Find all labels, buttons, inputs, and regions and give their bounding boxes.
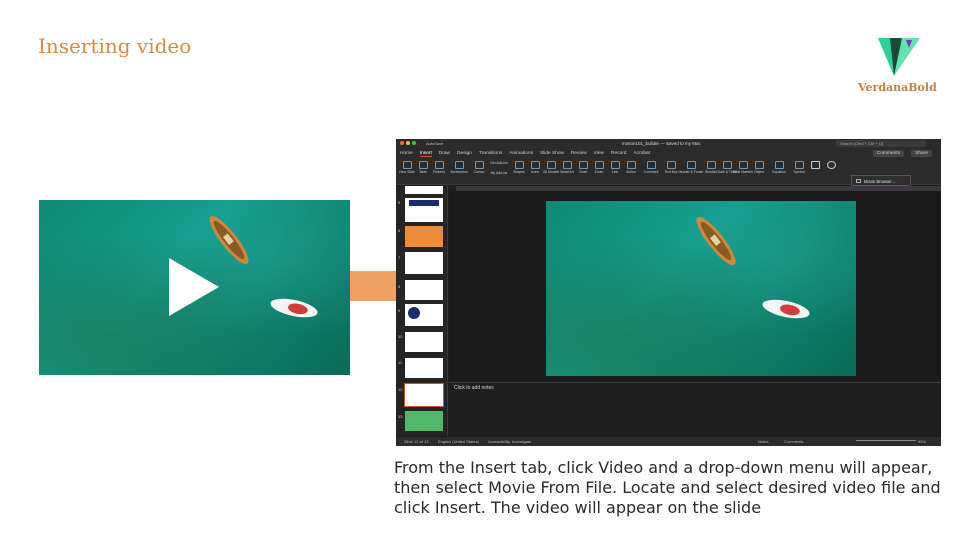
status-bar: Slide 12 of 13 English (United States) A… bbox=[396, 437, 941, 446]
play-icon[interactable] bbox=[169, 258, 219, 316]
share-button[interactable]: Share bbox=[911, 150, 932, 157]
cameo-button[interactable]: Cameo bbox=[472, 161, 486, 174]
company-logo: VerdanaBold bbox=[858, 36, 942, 98]
document-title: motion101_builder — Saved to my Mac bbox=[622, 141, 701, 146]
notes-placeholder: Click to add notes bbox=[454, 385, 494, 391]
equation-button[interactable]: Equation bbox=[768, 161, 790, 174]
header-footer-button[interactable]: Header & Footer bbox=[678, 161, 704, 174]
slide-number: 9 bbox=[398, 308, 401, 313]
tab-home[interactable]: Home bbox=[400, 151, 413, 156]
powerpoint-window: AutoSave motion101_builder — Saved to my… bbox=[396, 139, 941, 446]
comment-button[interactable]: Comment bbox=[640, 161, 662, 174]
text-box-button[interactable]: Text Box bbox=[664, 161, 678, 174]
title-bar: AutoSave motion101_builder — Saved to my… bbox=[396, 139, 941, 148]
table-button[interactable]: Table bbox=[416, 161, 430, 174]
notes-toggle[interactable]: Notes bbox=[758, 439, 768, 444]
slide-thumbnail[interactable] bbox=[405, 198, 443, 222]
menu-item-movie-browser[interactable]: Movie Browser... bbox=[853, 177, 909, 185]
new-slide-button[interactable]: New Slide bbox=[399, 161, 415, 174]
object-button[interactable]: Object bbox=[752, 161, 766, 174]
pictures-button[interactable]: Pictures bbox=[432, 161, 446, 174]
slide-number: 5 bbox=[398, 200, 401, 205]
tab-view[interactable]: View bbox=[594, 151, 604, 156]
instruction-caption: From the Insert tab, click Video and a d… bbox=[394, 458, 941, 517]
slide-number: 11 bbox=[398, 360, 403, 365]
page-title: Inserting video bbox=[38, 34, 192, 58]
slide-thumbnails: 5 6 7 8 9 10 11 12 13 bbox=[396, 186, 448, 436]
language-label[interactable]: English (United States) bbox=[438, 439, 479, 444]
slide-thumbnail[interactable] bbox=[405, 358, 443, 378]
slide-number: 7 bbox=[398, 255, 401, 260]
slide-thumbnail-selected[interactable] bbox=[404, 383, 444, 407]
3d-models-button[interactable]: 3D Models bbox=[543, 161, 559, 174]
tab-slide-show[interactable]: Slide Show bbox=[540, 151, 564, 156]
tab-acrobat[interactable]: Acrobat bbox=[633, 151, 650, 156]
slide-number: 6 bbox=[398, 228, 401, 233]
slide-number: 13 bbox=[398, 414, 403, 419]
video-preview[interactable] bbox=[39, 200, 350, 375]
screenshot-button[interactable]: Screenshot bbox=[448, 161, 470, 174]
symbol-button[interactable]: Symbol bbox=[792, 161, 806, 174]
video-button[interactable] bbox=[808, 161, 822, 170]
ribbon-tabs: Home Insert Draw Design Transitions Anim… bbox=[396, 148, 941, 159]
window-controls[interactable] bbox=[400, 140, 418, 147]
tab-transitions[interactable]: Transitions bbox=[479, 151, 502, 156]
slide-thumbnail[interactable] bbox=[405, 280, 443, 300]
comments-button[interactable]: Comments bbox=[872, 150, 904, 157]
autosave-label[interactable]: AutoSave bbox=[426, 141, 443, 146]
zoom-button[interactable]: Zoom bbox=[592, 161, 606, 174]
slide-thumbnail[interactable] bbox=[405, 252, 443, 274]
slide-thumbnail[interactable] bbox=[405, 332, 443, 352]
slide-number: 12 bbox=[398, 387, 403, 392]
notes-pane[interactable]: Click to add notes bbox=[449, 382, 941, 437]
audio-button[interactable] bbox=[824, 161, 838, 170]
logo-mark-icon bbox=[878, 38, 920, 76]
chart-button[interactable]: Chart bbox=[576, 161, 590, 174]
slide-number: 8 bbox=[398, 284, 401, 289]
shapes-button[interactable]: Shapes bbox=[512, 161, 526, 174]
slide-number: 10 bbox=[398, 334, 403, 339]
wordart-button[interactable]: WordArt bbox=[704, 161, 718, 174]
zoom-slider[interactable] bbox=[856, 440, 916, 441]
smartart-button[interactable]: SmartArt bbox=[560, 161, 574, 174]
tab-animations[interactable]: Animations bbox=[509, 151, 533, 156]
slide-thumbnail[interactable] bbox=[405, 226, 443, 247]
zoom-level[interactable]: 95% bbox=[918, 439, 926, 444]
slide-thumbnail[interactable] bbox=[405, 411, 443, 431]
slide-video[interactable] bbox=[546, 201, 856, 376]
tab-design[interactable]: Design bbox=[457, 151, 472, 156]
action-button[interactable]: Action bbox=[624, 161, 638, 174]
tab-draw[interactable]: Draw bbox=[439, 151, 450, 156]
slide-counter: Slide 12 of 13 bbox=[404, 439, 429, 444]
accessibility-label[interactable]: Accessibility: Investigate bbox=[488, 439, 531, 444]
boats-image bbox=[696, 216, 810, 319]
tab-insert[interactable]: Insert bbox=[419, 151, 432, 157]
search-input[interactable]: Search (Cmd + Ctrl + U) bbox=[836, 140, 926, 147]
slide-thumbnail[interactable] bbox=[405, 304, 443, 326]
comments-toggle[interactable]: Comments bbox=[784, 439, 803, 444]
slide-number-button[interactable]: Slide Number bbox=[733, 161, 753, 174]
get-add-ins-button[interactable]: Get Add-ins My Add-ins bbox=[488, 161, 510, 175]
movie-browser-icon bbox=[856, 179, 861, 183]
tab-review[interactable]: Review bbox=[571, 151, 587, 156]
tab-record[interactable]: Record bbox=[611, 151, 626, 156]
slide-thumbnail[interactable] bbox=[405, 186, 443, 194]
link-button[interactable]: Link bbox=[608, 161, 622, 174]
icons-button[interactable]: Icons bbox=[528, 161, 542, 174]
logo-text: VerdanaBold bbox=[858, 81, 937, 94]
